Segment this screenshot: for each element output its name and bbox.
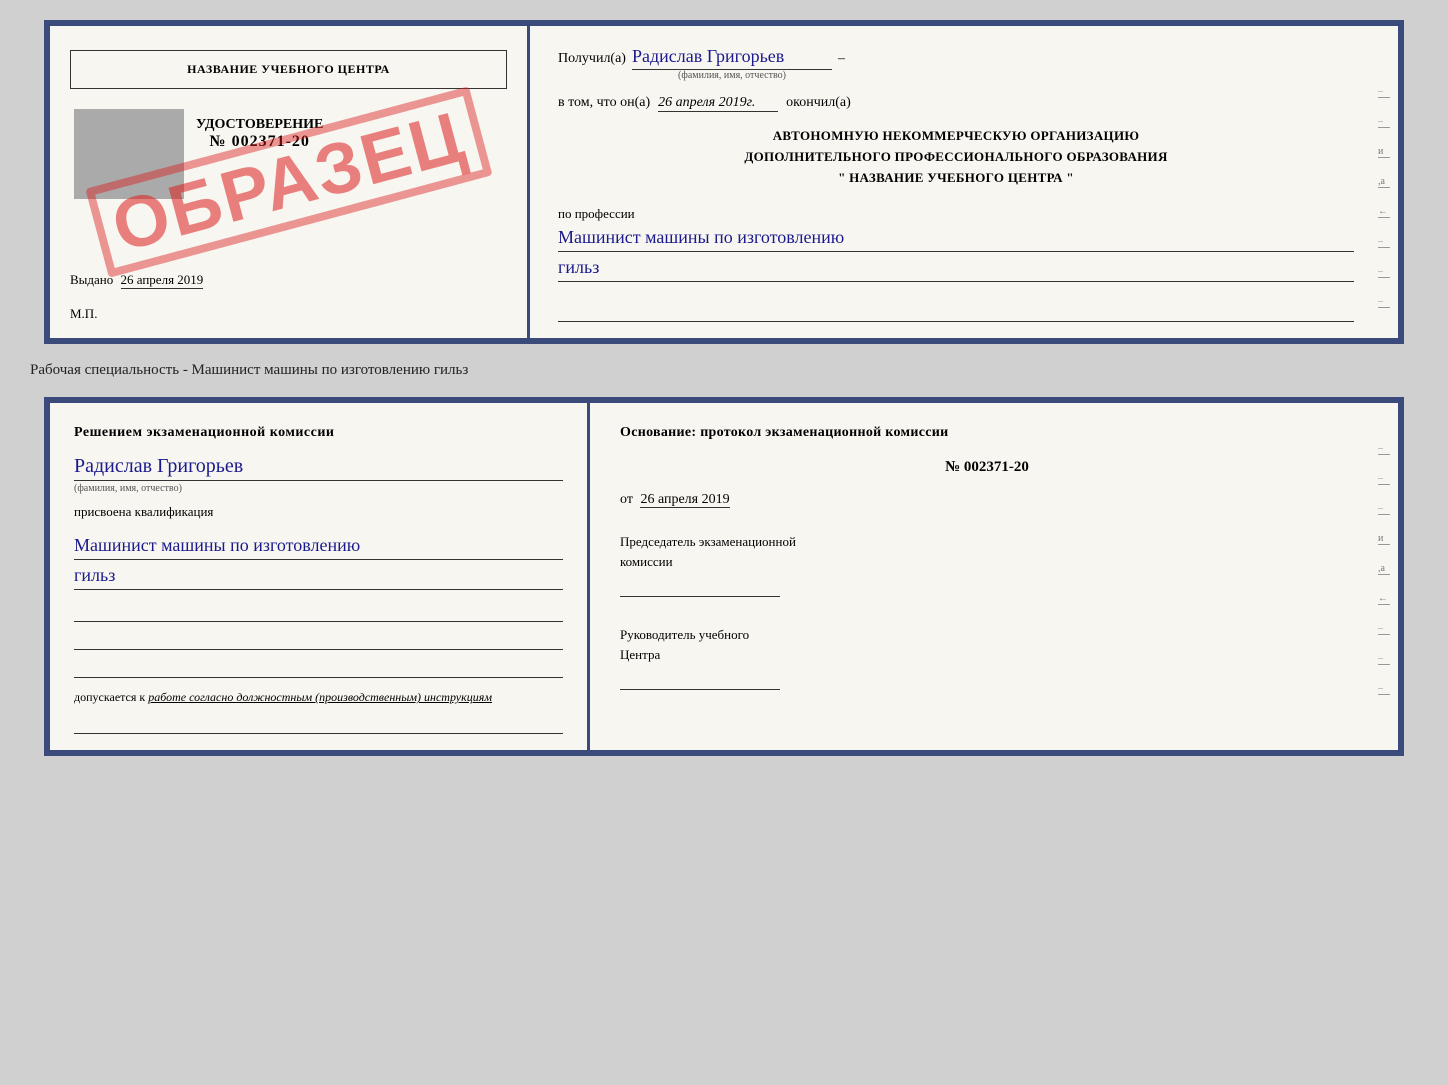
- issued-line: Выдано 26 апреля 2019: [70, 272, 507, 288]
- bm-8: –: [1378, 653, 1390, 665]
- admission-prefix: допускается к: [74, 690, 145, 704]
- org-block: АВТОНОМНУЮ НЕКОММЕРЧЕСКУЮ ОРГАНИЗАЦИЮ ДО…: [558, 126, 1354, 188]
- profession-handwritten2: гильз: [558, 254, 1354, 282]
- bottom-blank-3: [74, 660, 563, 678]
- bm-9: –: [1378, 683, 1390, 695]
- assigned-qual-label: присвоена квалификация: [74, 504, 563, 520]
- bm-4: и: [1378, 533, 1390, 545]
- director-line1: Руководитель учебного: [620, 625, 1354, 645]
- bottom-blank-4: [74, 716, 563, 734]
- school-name-text: НАЗВАНИЕ УЧЕБНОГО ЦЕНТРА: [187, 62, 390, 76]
- profession-block: по профессии Машинист машины по изготовл…: [558, 202, 1354, 282]
- bm-3: –: [1378, 503, 1390, 515]
- bottom-person-name: Радислав Григорьев: [74, 455, 563, 481]
- admission-italic: работе согласно должностным (производств…: [148, 690, 492, 704]
- received-line: Получил(а) Радислав Григорьев (фамилия, …: [558, 46, 1354, 81]
- org-line2: ДОПОЛНИТЕЛЬНОГО ПРОФЕССИОНАЛЬНОГО ОБРАЗО…: [558, 147, 1354, 168]
- cert-number: № 002371-20: [209, 133, 309, 151]
- bottom-doc-left: Решением экзаменационной комиссии Радисл…: [50, 403, 590, 750]
- bottom-document: Решением экзаменационной комиссии Радисл…: [44, 397, 1404, 756]
- right-margin-lines: – – и ,а ← – – –: [1378, 26, 1398, 338]
- received-name: Радислав Григорьев: [632, 46, 832, 70]
- margin-mark-6: –: [1378, 236, 1390, 248]
- top-document: НАЗВАНИЕ УЧЕБНОГО ЦЕНТРА УДОСТОВЕРЕНИЕ №…: [44, 20, 1404, 344]
- received-prefix: Получил(а): [558, 51, 626, 67]
- date-prefix-bottom: от: [620, 492, 633, 507]
- specialty-label: Рабочая специальность - Машинист машины …: [20, 362, 468, 379]
- top-doc-right: Получил(а) Радислав Григорьев (фамилия, …: [530, 26, 1378, 338]
- dash: –: [838, 51, 845, 67]
- top-doc-right-wrapper: Получил(а) Радислав Григорьев (фамилия, …: [530, 26, 1398, 338]
- decision-title: Решением экзаменационной комиссии: [74, 425, 563, 441]
- margin-mark-3: и: [1378, 146, 1390, 158]
- fio-caption-bottom: (фамилия, имя, отчество): [74, 483, 563, 494]
- org-line1: АВТОНОМНУЮ НЕКОММЕРЧЕСКУЮ ОРГАНИЗАЦИЮ: [558, 126, 1354, 147]
- protocol-number: № 002371-20: [620, 459, 1354, 476]
- margin-mark-5: ←: [1378, 206, 1390, 218]
- margin-mark-7: –: [1378, 266, 1390, 278]
- date-value: 26 апреля 2019г.: [658, 95, 778, 112]
- bm-6: ←: [1378, 593, 1390, 605]
- margin-mark-1: –: [1378, 86, 1390, 98]
- director-line2: Центра: [620, 645, 1354, 665]
- director-label: Руководитель учебного Центра: [620, 625, 1354, 690]
- chairman-line2: комиссии: [620, 552, 1354, 572]
- blank-line-1: [558, 304, 1354, 322]
- bm-7: –: [1378, 623, 1390, 635]
- bm-1: –: [1378, 443, 1390, 455]
- margin-mark-8: –: [1378, 296, 1390, 308]
- protocol-date: от 26 апреля 2019: [620, 492, 1354, 508]
- org-line3: " НАЗВАНИЕ УЧЕБНОГО ЦЕНТРА ": [558, 168, 1354, 189]
- qual-line2: гильз: [74, 562, 563, 590]
- bottom-blank-1: [74, 604, 563, 622]
- director-signature: [620, 668, 780, 690]
- bottom-right-margin: – – – и ,а ← – – –: [1378, 403, 1398, 750]
- margin-mark-2: –: [1378, 116, 1390, 128]
- fio-caption-top: (фамилия, имя, отчество): [678, 70, 786, 81]
- bm-5: ,а: [1378, 563, 1390, 575]
- chairman-signature: [620, 575, 780, 597]
- qual-block: Машинист машины по изготовлению гильз: [74, 530, 563, 590]
- bottom-doc-right: Основание: протокол экзаменационной коми…: [590, 403, 1378, 750]
- mp-line: М.П.: [70, 306, 507, 322]
- qual-line1: Машинист машины по изготовлению: [74, 532, 563, 560]
- margin-mark-4: ,а: [1378, 176, 1390, 188]
- chairman-label: Председатель экзаменационной комиссии: [620, 532, 1354, 597]
- date-line: в том, что он(а) 26 апреля 2019г. окончи…: [558, 95, 1354, 112]
- bottom-blank-2: [74, 632, 563, 650]
- photo-placeholder: [74, 109, 184, 199]
- basis-title: Основание: протокол экзаменационной коми…: [620, 425, 1354, 441]
- top-doc-left: НАЗВАНИЕ УЧЕБНОГО ЦЕНТРА УДОСТОВЕРЕНИЕ №…: [50, 26, 530, 338]
- profession-handwritten1: Машинист машины по изготовлению: [558, 224, 1354, 252]
- date-value-bottom: 26 апреля 2019: [640, 492, 729, 508]
- profession-label: по профессии: [558, 206, 1354, 222]
- cert-title: УДОСТОВЕРЕНИЕ: [196, 117, 323, 133]
- date-prefix: в том, что он(а): [558, 95, 650, 111]
- issued-date: 26 апреля 2019: [121, 272, 204, 289]
- school-name-box: НАЗВАНИЕ УЧЕБНОГО ЦЕНТРА: [70, 50, 507, 89]
- bottom-right-wrapper: Основание: протокол экзаменационной коми…: [590, 403, 1398, 750]
- bm-2: –: [1378, 473, 1390, 485]
- admission-text-block: допускается к работе согласно должностны…: [74, 688, 563, 706]
- chairman-line1: Председатель экзаменационной: [620, 532, 1354, 552]
- finished-label: окончил(а): [786, 95, 851, 111]
- issued-label: Выдано: [70, 272, 113, 287]
